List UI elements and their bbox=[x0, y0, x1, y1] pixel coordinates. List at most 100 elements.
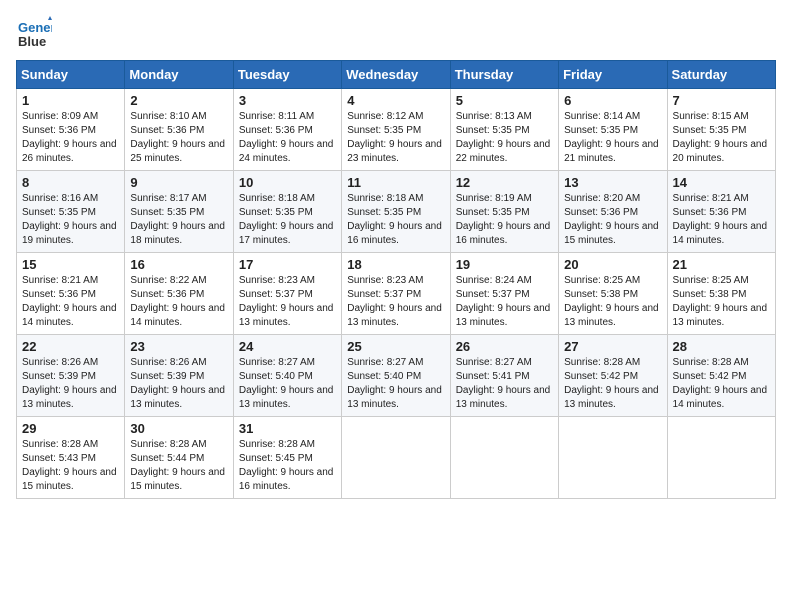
sunrise-text: Sunrise: 8:27 AM bbox=[347, 357, 423, 368]
cell-info: Sunrise: 8:20 AM Sunset: 5:36 PM Dayligh… bbox=[564, 192, 661, 248]
sunset-text: Sunset: 5:45 PM bbox=[239, 453, 313, 464]
week-row-4: 22 Sunrise: 8:26 AM Sunset: 5:39 PM Dayl… bbox=[17, 335, 776, 417]
calendar-cell: 26 Sunrise: 8:27 AM Sunset: 5:41 PM Dayl… bbox=[450, 335, 558, 417]
day-number: 14 bbox=[673, 175, 770, 190]
sunrise-text: Sunrise: 8:18 AM bbox=[347, 193, 423, 204]
day-number: 21 bbox=[673, 257, 770, 272]
sunset-text: Sunset: 5:36 PM bbox=[130, 289, 204, 300]
calendar-cell: 13 Sunrise: 8:20 AM Sunset: 5:36 PM Dayl… bbox=[559, 171, 667, 253]
daylight-text: Daylight: 9 hours and 15 minutes. bbox=[130, 467, 225, 492]
day-number: 25 bbox=[347, 339, 444, 354]
svg-text:General: General bbox=[18, 20, 52, 35]
daylight-text: Daylight: 9 hours and 13 minutes. bbox=[673, 303, 768, 328]
calendar-cell: 29 Sunrise: 8:28 AM Sunset: 5:43 PM Dayl… bbox=[17, 417, 125, 499]
daylight-text: Daylight: 9 hours and 15 minutes. bbox=[22, 467, 117, 492]
sunset-text: Sunset: 5:40 PM bbox=[239, 371, 313, 382]
sunrise-text: Sunrise: 8:26 AM bbox=[22, 357, 98, 368]
daylight-text: Daylight: 9 hours and 13 minutes. bbox=[22, 385, 117, 410]
sunrise-text: Sunrise: 8:27 AM bbox=[456, 357, 532, 368]
sunrise-text: Sunrise: 8:11 AM bbox=[239, 111, 314, 122]
sunrise-text: Sunrise: 8:12 AM bbox=[347, 111, 423, 122]
daylight-text: Daylight: 9 hours and 24 minutes. bbox=[239, 139, 334, 164]
sunrise-text: Sunrise: 8:10 AM bbox=[130, 111, 206, 122]
calendar-cell bbox=[342, 417, 450, 499]
daylight-text: Daylight: 9 hours and 13 minutes. bbox=[239, 385, 334, 410]
daylight-text: Daylight: 9 hours and 16 minutes. bbox=[456, 221, 551, 246]
daylight-text: Daylight: 9 hours and 19 minutes. bbox=[22, 221, 117, 246]
calendar-cell: 14 Sunrise: 8:21 AM Sunset: 5:36 PM Dayl… bbox=[667, 171, 775, 253]
sunset-text: Sunset: 5:37 PM bbox=[347, 289, 421, 300]
sunrise-text: Sunrise: 8:09 AM bbox=[22, 111, 98, 122]
cell-info: Sunrise: 8:25 AM Sunset: 5:38 PM Dayligh… bbox=[673, 274, 770, 330]
day-number: 28 bbox=[673, 339, 770, 354]
day-number: 19 bbox=[456, 257, 553, 272]
sunrise-text: Sunrise: 8:26 AM bbox=[130, 357, 206, 368]
daylight-text: Daylight: 9 hours and 13 minutes. bbox=[239, 303, 334, 328]
cell-info: Sunrise: 8:27 AM Sunset: 5:40 PM Dayligh… bbox=[239, 356, 336, 412]
sunrise-text: Sunrise: 8:21 AM bbox=[22, 275, 98, 286]
cell-info: Sunrise: 8:25 AM Sunset: 5:38 PM Dayligh… bbox=[564, 274, 661, 330]
daylight-text: Daylight: 9 hours and 14 minutes. bbox=[673, 385, 768, 410]
calendar-cell: 27 Sunrise: 8:28 AM Sunset: 5:42 PM Dayl… bbox=[559, 335, 667, 417]
daylight-text: Daylight: 9 hours and 16 minutes. bbox=[347, 221, 442, 246]
sunset-text: Sunset: 5:41 PM bbox=[456, 371, 530, 382]
calendar-cell: 3 Sunrise: 8:11 AM Sunset: 5:36 PM Dayli… bbox=[233, 89, 341, 171]
day-number: 20 bbox=[564, 257, 661, 272]
sunrise-text: Sunrise: 8:28 AM bbox=[673, 357, 749, 368]
cell-info: Sunrise: 8:26 AM Sunset: 5:39 PM Dayligh… bbox=[130, 356, 227, 412]
sunrise-text: Sunrise: 8:25 AM bbox=[564, 275, 640, 286]
sunset-text: Sunset: 5:35 PM bbox=[22, 207, 96, 218]
week-row-5: 29 Sunrise: 8:28 AM Sunset: 5:43 PM Dayl… bbox=[17, 417, 776, 499]
calendar-cell: 4 Sunrise: 8:12 AM Sunset: 5:35 PM Dayli… bbox=[342, 89, 450, 171]
sunset-text: Sunset: 5:37 PM bbox=[239, 289, 313, 300]
day-number: 12 bbox=[456, 175, 553, 190]
sunset-text: Sunset: 5:44 PM bbox=[130, 453, 204, 464]
sunset-text: Sunset: 5:35 PM bbox=[673, 125, 747, 136]
calendar-cell: 30 Sunrise: 8:28 AM Sunset: 5:44 PM Dayl… bbox=[125, 417, 233, 499]
calendar-cell: 5 Sunrise: 8:13 AM Sunset: 5:35 PM Dayli… bbox=[450, 89, 558, 171]
sunset-text: Sunset: 5:36 PM bbox=[673, 207, 747, 218]
cell-info: Sunrise: 8:17 AM Sunset: 5:35 PM Dayligh… bbox=[130, 192, 227, 248]
calendar-cell: 7 Sunrise: 8:15 AM Sunset: 5:35 PM Dayli… bbox=[667, 89, 775, 171]
calendar-cell: 28 Sunrise: 8:28 AM Sunset: 5:42 PM Dayl… bbox=[667, 335, 775, 417]
daylight-text: Daylight: 9 hours and 13 minutes. bbox=[456, 303, 551, 328]
sunset-text: Sunset: 5:38 PM bbox=[673, 289, 747, 300]
cell-info: Sunrise: 8:28 AM Sunset: 5:43 PM Dayligh… bbox=[22, 438, 119, 494]
daylight-text: Daylight: 9 hours and 14 minutes. bbox=[130, 303, 225, 328]
sunrise-text: Sunrise: 8:24 AM bbox=[456, 275, 532, 286]
day-number: 8 bbox=[22, 175, 119, 190]
weekday-header-row: SundayMondayTuesdayWednesdayThursdayFrid… bbox=[17, 61, 776, 89]
calendar-cell: 16 Sunrise: 8:22 AM Sunset: 5:36 PM Dayl… bbox=[125, 253, 233, 335]
cell-info: Sunrise: 8:18 AM Sunset: 5:35 PM Dayligh… bbox=[239, 192, 336, 248]
sunset-text: Sunset: 5:35 PM bbox=[130, 207, 204, 218]
cell-info: Sunrise: 8:28 AM Sunset: 5:42 PM Dayligh… bbox=[673, 356, 770, 412]
svg-text:Blue: Blue bbox=[18, 34, 46, 49]
cell-info: Sunrise: 8:27 AM Sunset: 5:41 PM Dayligh… bbox=[456, 356, 553, 412]
calendar-cell: 11 Sunrise: 8:18 AM Sunset: 5:35 PM Dayl… bbox=[342, 171, 450, 253]
daylight-text: Daylight: 9 hours and 17 minutes. bbox=[239, 221, 334, 246]
cell-info: Sunrise: 8:28 AM Sunset: 5:44 PM Dayligh… bbox=[130, 438, 227, 494]
week-row-1: 1 Sunrise: 8:09 AM Sunset: 5:36 PM Dayli… bbox=[17, 89, 776, 171]
sunset-text: Sunset: 5:36 PM bbox=[564, 207, 638, 218]
sunset-text: Sunset: 5:36 PM bbox=[239, 125, 313, 136]
sunset-text: Sunset: 5:35 PM bbox=[564, 125, 638, 136]
day-number: 16 bbox=[130, 257, 227, 272]
daylight-text: Daylight: 9 hours and 22 minutes. bbox=[456, 139, 551, 164]
sunrise-text: Sunrise: 8:23 AM bbox=[239, 275, 315, 286]
daylight-text: Daylight: 9 hours and 13 minutes. bbox=[564, 303, 659, 328]
cell-info: Sunrise: 8:12 AM Sunset: 5:35 PM Dayligh… bbox=[347, 110, 444, 166]
daylight-text: Daylight: 9 hours and 14 minutes. bbox=[673, 221, 768, 246]
calendar-cell bbox=[667, 417, 775, 499]
cell-info: Sunrise: 8:09 AM Sunset: 5:36 PM Dayligh… bbox=[22, 110, 119, 166]
daylight-text: Daylight: 9 hours and 21 minutes. bbox=[564, 139, 659, 164]
calendar-cell: 12 Sunrise: 8:19 AM Sunset: 5:35 PM Dayl… bbox=[450, 171, 558, 253]
sunset-text: Sunset: 5:39 PM bbox=[130, 371, 204, 382]
day-number: 10 bbox=[239, 175, 336, 190]
daylight-text: Daylight: 9 hours and 14 minutes. bbox=[22, 303, 117, 328]
calendar-cell: 1 Sunrise: 8:09 AM Sunset: 5:36 PM Dayli… bbox=[17, 89, 125, 171]
page-header: General Blue bbox=[16, 16, 776, 52]
daylight-text: Daylight: 9 hours and 13 minutes. bbox=[564, 385, 659, 410]
weekday-header-wednesday: Wednesday bbox=[342, 61, 450, 89]
cell-info: Sunrise: 8:24 AM Sunset: 5:37 PM Dayligh… bbox=[456, 274, 553, 330]
day-number: 18 bbox=[347, 257, 444, 272]
